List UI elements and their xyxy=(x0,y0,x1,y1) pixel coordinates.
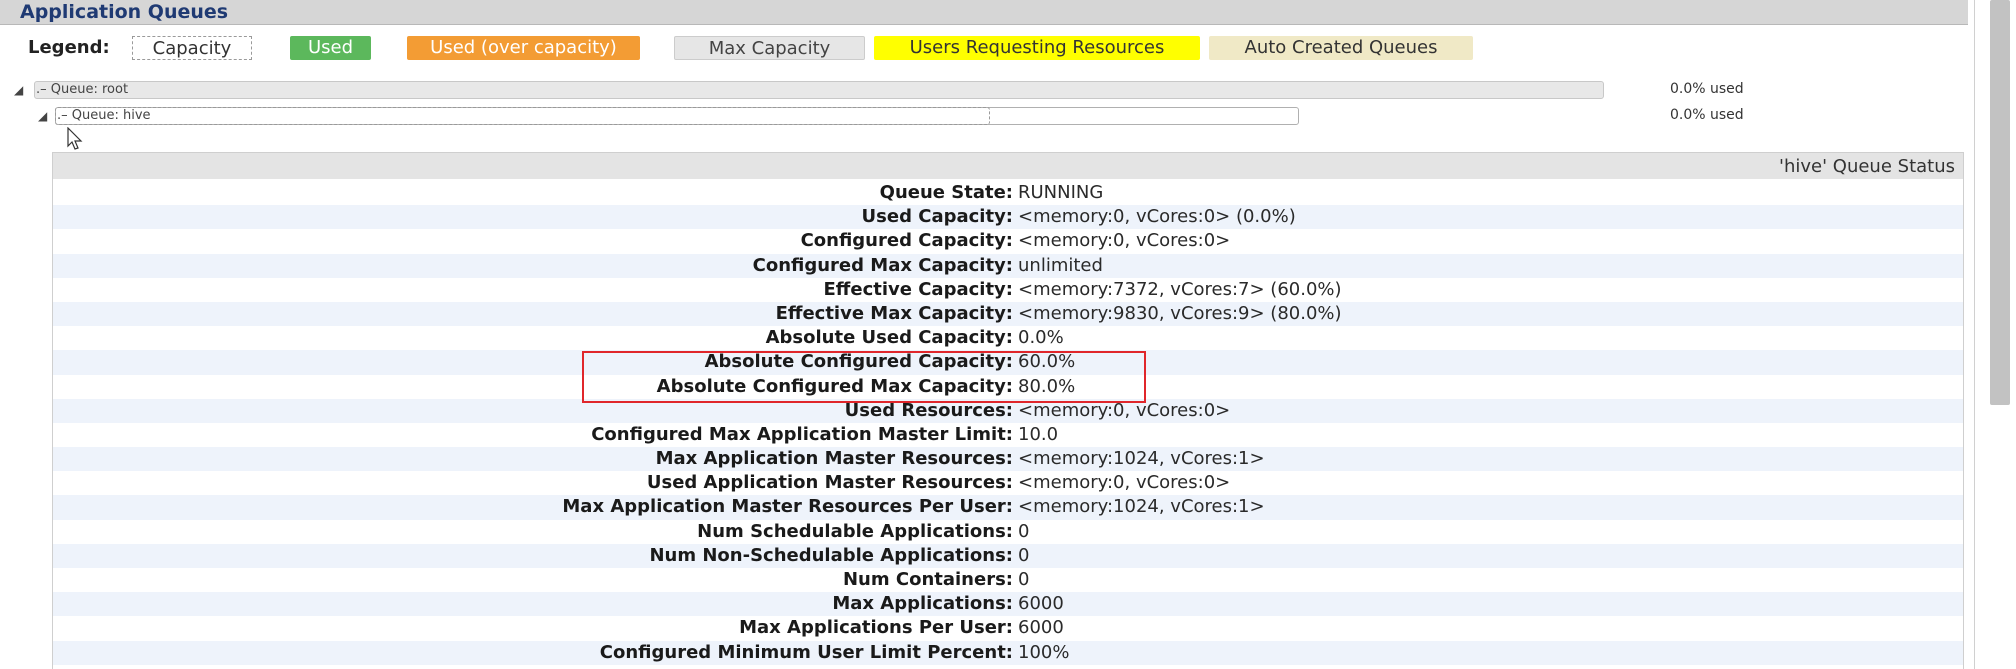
status-row: Absolute Used Capacity: 0.0% xyxy=(53,326,1963,350)
status-value: 6000 xyxy=(1018,593,1064,615)
status-value: <memory:1024, vCores:1> xyxy=(1018,448,1265,470)
root-expand-arrow-icon[interactable]: ◢ xyxy=(14,83,23,97)
status-row: Used Application Master Resources: <memor… xyxy=(53,471,1963,495)
status-row: Num Containers: 0 xyxy=(53,568,1963,592)
highlight-box xyxy=(582,351,1146,403)
queue-status-header: 'hive' Queue Status xyxy=(53,153,1963,179)
status-value: RUNNING xyxy=(1018,182,1104,203)
status-value: <memory:7372, vCores:7> (60.0%) xyxy=(1018,278,1342,300)
queue-hive-toggle[interactable]: .– xyxy=(57,108,68,123)
status-key: Absolute Used Capacity: xyxy=(765,327,1013,349)
status-key: Num Non-Schedulable Applications: xyxy=(649,544,1013,566)
status-row: Effective Capacity: <memory:7372, vCores:… xyxy=(53,278,1963,302)
status-key: Configured Max Capacity: xyxy=(752,254,1013,276)
legend-used-over-capacity: Used (over capacity) xyxy=(407,36,640,60)
status-value: <memory:0, vCores:0> xyxy=(1018,230,1231,252)
status-key: Queue State: xyxy=(879,182,1013,203)
status-key: Configured Max Application Master Limit: xyxy=(591,423,1013,445)
scrollbar-divider xyxy=(1974,0,1975,669)
status-row: Max Application Master Resources: <memory… xyxy=(53,447,1963,472)
status-key: Effective Max Capacity: xyxy=(775,302,1013,324)
status-key: Max Application Master Resources: xyxy=(655,448,1013,470)
page-title: Application Queues xyxy=(20,1,229,23)
status-row: Used Capacity: <memory:0, vCores:0> (0.0%… xyxy=(53,205,1963,230)
legend-label: Legend: xyxy=(28,37,110,58)
hive-expand-arrow-icon[interactable]: ◢ xyxy=(38,109,47,123)
queue-status-title: 'hive' Queue Status xyxy=(1779,156,1955,177)
status-row: Queue State: RUNNING xyxy=(53,181,1963,205)
status-row: Configured Max Application Master Limit:… xyxy=(53,423,1963,447)
status-key: Used Capacity: xyxy=(861,206,1013,228)
queue-root-name[interactable]: Queue: root xyxy=(51,82,128,97)
queue-root-toggle[interactable]: .– xyxy=(36,82,47,97)
legend-auto-created: Auto Created Queues xyxy=(1209,36,1473,60)
legend-users-requesting: Users Requesting Resources xyxy=(874,36,1200,60)
queue-status-table: Queue State: RUNNING Used Capacity: <memory… xyxy=(53,181,1963,665)
status-value: 0.0% xyxy=(1018,327,1064,349)
status-value: 0 xyxy=(1018,569,1030,590)
legend-used: Used xyxy=(290,36,371,60)
scrollbar-thumb[interactable] xyxy=(1990,0,2010,405)
queue-root-bar[interactable] xyxy=(34,81,1604,99)
status-value: 6000 xyxy=(1018,617,1064,639)
status-key: Effective Capacity: xyxy=(823,278,1013,300)
status-value: <memory:1024, vCores:1> xyxy=(1018,496,1265,518)
status-row: Max Applications: 6000 xyxy=(53,592,1963,617)
status-key: Configured Minimum User Limit Percent: xyxy=(599,641,1013,663)
status-row: Max Applications Per User: 6000 xyxy=(53,616,1963,640)
queue-hive-capacity-outline xyxy=(55,107,990,125)
queue-root-label[interactable]: .– Queue: root xyxy=(36,82,128,97)
status-value: 0 xyxy=(1018,520,1030,542)
status-key: Num Schedulable Applications: xyxy=(697,520,1013,542)
legend-max-capacity: Max Capacity xyxy=(674,36,865,60)
status-row: Configured Capacity: <memory:0, vCores:0> xyxy=(53,229,1963,253)
status-value: 10.0 xyxy=(1018,423,1059,445)
status-key: Configured Capacity: xyxy=(800,230,1013,252)
app-queues-header: Application Queues xyxy=(0,0,1968,25)
status-row: Effective Max Capacity: <memory:9830, vCo… xyxy=(53,301,1963,327)
status-value: <memory:0, vCores:0> (0.0%) xyxy=(1018,206,1296,228)
status-key: Max Applications Per User: xyxy=(739,617,1013,639)
status-row: Num Non-Schedulable Applications: 0 xyxy=(53,543,1963,568)
status-value: 100% xyxy=(1018,641,1070,663)
status-key: Max Applications: xyxy=(832,593,1013,615)
queue-hive-used: 0.0% used xyxy=(1670,107,1744,123)
status-row: Num Schedulable Applications: 0 xyxy=(53,520,1963,544)
status-key: Num Containers: xyxy=(842,569,1013,590)
status-value: unlimited xyxy=(1018,254,1103,276)
status-row: Configured Minimum User Limit Percent: 10… xyxy=(53,640,1963,665)
legend-capacity: Capacity xyxy=(132,36,252,60)
mouse-cursor-icon xyxy=(67,127,83,150)
queue-hive-name[interactable]: Queue: hive xyxy=(72,108,151,123)
status-row: Max Application Master Resources Per Use… xyxy=(53,495,1963,520)
queue-root-used: 0.0% used xyxy=(1670,81,1744,97)
status-value: <memory:0, vCores:0> xyxy=(1018,472,1231,494)
status-value: 0 xyxy=(1018,544,1030,566)
queue-hive-label[interactable]: .– Queue: hive xyxy=(57,108,151,123)
status-value: <memory:9830, vCores:9> (80.0%) xyxy=(1018,302,1342,324)
queue-status-panel: 'hive' Queue Status Queue State: RUNNING U… xyxy=(52,152,1964,669)
status-key: Used Application Master Resources: xyxy=(646,472,1013,494)
status-row: Configured Max Capacity: unlimited xyxy=(53,253,1963,278)
status-key: Max Application Master Resources Per Use… xyxy=(562,496,1013,518)
